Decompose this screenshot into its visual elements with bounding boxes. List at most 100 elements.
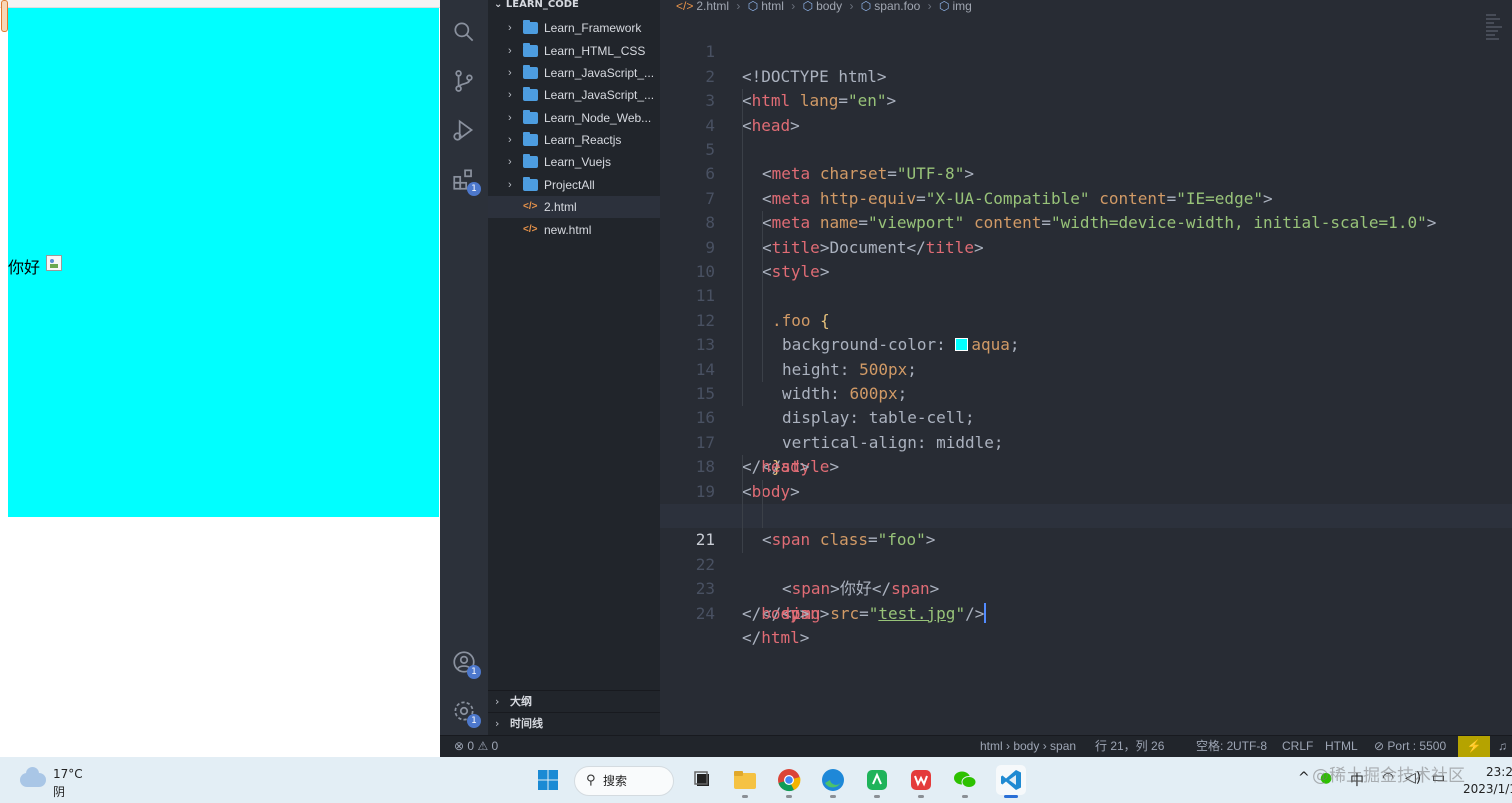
status-path[interactable]: html › body › span: [980, 736, 1076, 757]
chevron-up-icon[interactable]: ^: [1298, 770, 1310, 786]
clock-time[interactable]: 23:29: [1486, 765, 1512, 779]
account-badge: 1: [467, 665, 481, 679]
code-line[interactable]: 14 vertical-align: middle;: [660, 333, 1512, 452]
account-icon[interactable]: 1: [450, 648, 481, 679]
code-line[interactable]: 12 width: 600px;: [660, 284, 1512, 403]
taskbar-search[interactable]: ⚲ 搜索: [574, 766, 674, 796]
folder-item[interactable]: › Learn_Reactjs: [488, 129, 660, 151]
status-cursor-position[interactable]: 行 21，列 26: [1095, 736, 1164, 757]
chevron-down-icon: ⌄: [494, 0, 506, 10]
code-line[interactable]: 11 height: 500px;: [660, 260, 1512, 379]
code-line[interactable]: 4 <meta charset="UTF-8">: [660, 89, 1512, 183]
status-eol[interactable]: CRLF: [1282, 736, 1313, 757]
browser-preview: 你好: [0, 0, 440, 757]
code-line[interactable]: 3 <head>: [660, 65, 1512, 134]
folder-item[interactable]: › ProjectAll: [488, 174, 660, 196]
code-line[interactable]: 17 </head>: [660, 406, 1512, 476]
code-line[interactable]: 22 </span>: [660, 528, 1512, 623]
code-line[interactable]: 8 <style>: [660, 186, 1512, 281]
status-indentation[interactable]: 空格: 2: [1196, 736, 1233, 757]
chevron-right-icon: ›: [508, 67, 512, 79]
line-number: 24: [695, 603, 715, 623]
preview-span-text: 你好: [8, 258, 41, 277]
code-line[interactable]: 7 <title>Document</title>: [660, 162, 1512, 257]
live-server-port[interactable]: ⊘ Port : 5500: [1374, 736, 1446, 757]
code-line[interactable]: 19 <span class="foo">: [660, 455, 1512, 549]
cloud-icon[interactable]: [20, 767, 46, 787]
vscode-window: 1 1 1 ⌄ LEARN_CODE › Learn_Framework › L…: [440, 0, 1512, 757]
folder-item[interactable]: › Learn_HTML_CSS: [488, 40, 660, 62]
problems-indicator[interactable]: ⊗ 0 ⚠ 0: [454, 736, 498, 757]
source-control-icon[interactable]: [450, 67, 478, 95]
folder-icon: [523, 65, 538, 79]
folder-item[interactable]: › Learn_Vuejs: [488, 151, 660, 173]
code-line[interactable]: 24 </html>: [660, 577, 1512, 647]
extensions-badge: 1: [467, 182, 481, 196]
breadcrumb-item[interactable]: span.foo: [874, 0, 920, 13]
breadcrumb-separator: ›: [736, 0, 741, 13]
settings-gear-icon[interactable]: 1: [450, 697, 481, 728]
edge-app[interactable]: [818, 765, 848, 798]
windows-start-button[interactable]: [533, 765, 563, 795]
run-debug-icon[interactable]: [450, 116, 478, 144]
folder-item[interactable]: › Learn_JavaScript_...: [488, 84, 660, 106]
code-line[interactable]: 5 <meta http-equiv="X-UA-Compatible" con…: [660, 113, 1512, 208]
status-language[interactable]: HTML: [1325, 736, 1358, 757]
browser-resize-handle[interactable]: [1, 0, 8, 32]
code-line[interactable]: 13 display: table-cell;: [660, 308, 1512, 427]
file-item-new-html[interactable]: </> new.html: [488, 219, 660, 241]
vscode-app[interactable]: [996, 765, 1026, 798]
element-icon: ⬡: [802, 0, 814, 13]
breadcrumb-item[interactable]: html: [761, 0, 784, 13]
folder-icon: [523, 177, 538, 191]
live-share-button[interactable]: ⚡: [1458, 736, 1490, 757]
explorer-root-header[interactable]: ⌄ LEARN_CODE: [488, 0, 660, 12]
file-explorer-app[interactable]: [730, 765, 760, 798]
code-line[interactable]: 10 background-color: aqua;: [660, 235, 1512, 354]
breadcrumb-separator: ›: [927, 0, 932, 13]
chevron-right-icon: ›: [495, 717, 500, 730]
code-line[interactable]: 6 <meta name="viewport" content="width=d…: [660, 138, 1512, 232]
clock-date[interactable]: 2023/1/12: [1463, 782, 1512, 796]
code-line[interactable]: 23 </body>: [660, 553, 1512, 622]
code-line[interactable]: 1 <!DOCTYPE html>: [660, 16, 1512, 85]
folder-item[interactable]: › Learn_Framework: [488, 17, 660, 39]
folder-item[interactable]: › Learn_Node_Web...: [488, 107, 660, 129]
settings-badge: 1: [467, 714, 481, 728]
weather-temperature[interactable]: 17°C: [53, 767, 83, 781]
folder-icon: [523, 20, 538, 34]
notifications-icon[interactable]: ♫: [1498, 736, 1507, 757]
file-item-2-html[interactable]: </> 2.html: [488, 196, 660, 218]
wps-office-icon: [867, 770, 887, 790]
edge-icon: [822, 769, 844, 791]
timeline-section[interactable]: › 时间线: [488, 712, 660, 734]
breadcrumb-item[interactable]: body: [816, 0, 842, 13]
wps-office-app[interactable]: [862, 765, 892, 798]
chrome-app[interactable]: [774, 765, 804, 798]
breadcrumb-item[interactable]: 2.html: [696, 0, 729, 13]
code-editor[interactable]: </> 2.html › ⬡ html › ⬡ body › ⬡ span.foo › …: [660, 0, 1512, 735]
extensions-icon[interactable]: 1: [450, 165, 481, 196]
html-file-icon: </>: [523, 224, 538, 235]
activity-bar: 1 1 1: [440, 0, 488, 735]
outline-section[interactable]: › 大纲: [488, 690, 660, 712]
folder-item[interactable]: › Learn_JavaScript_...: [488, 62, 660, 84]
folder-icon: [523, 132, 538, 146]
weather-description[interactable]: 阴: [53, 783, 65, 800]
code-line[interactable]: 9 .foo {: [660, 211, 1512, 330]
wps-writer-app[interactable]: [906, 765, 936, 798]
wechat-app[interactable]: [950, 765, 980, 798]
breadcrumb-item[interactable]: img: [952, 0, 971, 13]
file-link[interactable]: test.jpg: [878, 604, 955, 623]
task-view-button[interactable]: [688, 765, 718, 795]
code-line[interactable]: 2 <html lang="en">: [660, 40, 1512, 110]
code-line[interactable]: 16 </style>: [660, 382, 1512, 476]
code-line[interactable]: 18 <body>: [660, 431, 1512, 500]
code-line[interactable]: 20 <span>你好</span>: [660, 479, 1512, 598]
chevron-right-icon: ›: [508, 45, 512, 57]
foo-span-box: [8, 8, 439, 517]
code-line[interactable]: 15 }: [660, 357, 1512, 476]
search-icon[interactable]: [450, 18, 478, 46]
code-line-active[interactable]: 21 <img src="test.jpg"/>: [660, 504, 1512, 623]
status-encoding[interactable]: UTF-8: [1233, 736, 1267, 757]
